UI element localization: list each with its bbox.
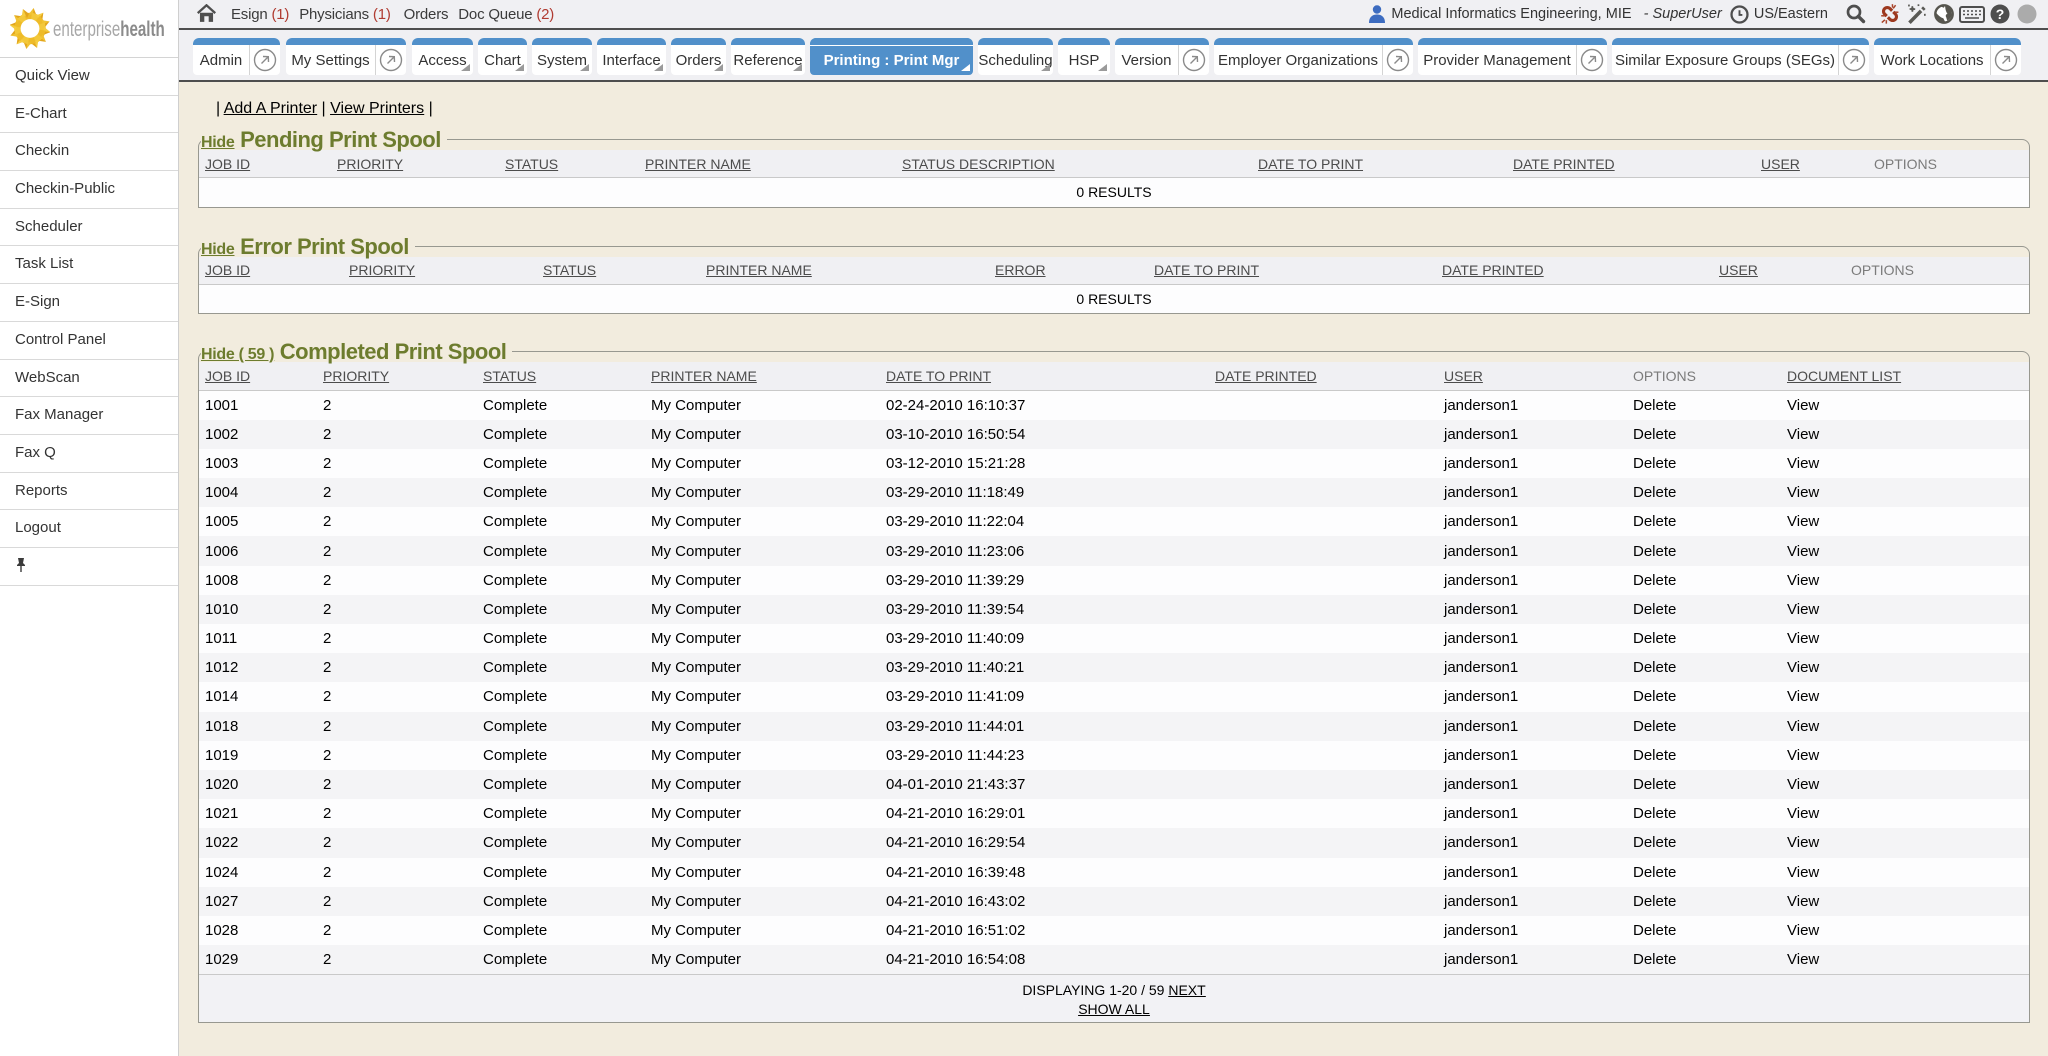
svg-text:?: ? <box>1996 6 2005 22</box>
